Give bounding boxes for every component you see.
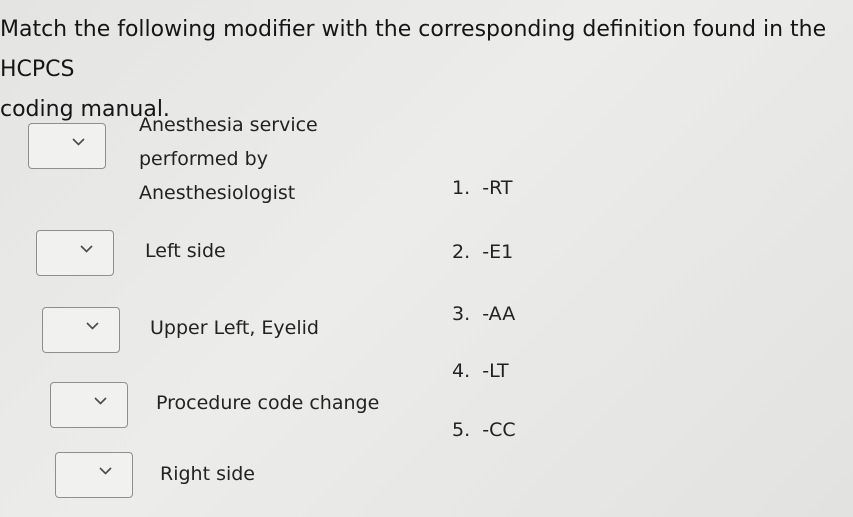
chevron-down-icon <box>86 322 99 330</box>
option-3-code: -AA <box>482 303 516 325</box>
match-select-2[interactable] <box>36 230 114 276</box>
chevron-down-icon <box>72 138 85 146</box>
option-2-code: -E1 <box>482 241 514 263</box>
row-4-label: Procedure code change <box>156 386 379 420</box>
option-2: 2. -E1 <box>452 241 513 263</box>
row-3-label: Upper Left, Eyelid <box>150 311 319 345</box>
option-5: 5. -CC <box>452 419 516 441</box>
chevron-down-icon <box>80 245 93 253</box>
row-2-label-line-1: Left side <box>145 240 226 262</box>
option-3-number: 3. <box>452 303 471 325</box>
prompt-line-1: Match the following modifier with the co… <box>0 17 827 82</box>
chevron-down-icon <box>94 397 107 405</box>
option-4: 4. -LT <box>452 360 509 382</box>
row-4-label-line-1: Procedure code change <box>156 392 380 414</box>
option-1: 1. -RT <box>452 177 513 199</box>
option-3: 3. -AA <box>452 303 515 325</box>
option-1-number: 1. <box>452 177 471 199</box>
row-5-label: Right side <box>160 457 255 491</box>
option-5-number: 5. <box>452 419 471 441</box>
prompt-line-2: coding manual. <box>0 97 170 122</box>
question-prompt: Match the following modifier with the co… <box>0 10 850 130</box>
match-select-4[interactable] <box>50 382 128 428</box>
row-1-label-line-2: performed by <box>139 148 268 170</box>
option-5-code: -CC <box>482 419 516 441</box>
row-5-label-line-1: Right side <box>160 463 255 485</box>
chevron-down-icon <box>99 467 112 475</box>
option-1-code: -RT <box>482 177 513 199</box>
option-4-number: 4. <box>452 360 471 382</box>
row-1-label-line-3: Anesthesiologist <box>139 182 296 204</box>
match-select-5[interactable] <box>55 452 133 498</box>
row-1-label-line-1: Anesthesia service <box>139 114 318 136</box>
row-2-label: Left side <box>145 234 226 268</box>
match-select-3[interactable] <box>42 307 120 353</box>
option-2-number: 2. <box>452 241 471 263</box>
row-3-label-line-1: Upper Left, Eyelid <box>150 317 319 339</box>
match-select-1[interactable] <box>28 123 106 169</box>
option-4-code: -LT <box>482 360 509 382</box>
row-1-label: Anesthesia service performed by Anesthes… <box>139 108 318 210</box>
